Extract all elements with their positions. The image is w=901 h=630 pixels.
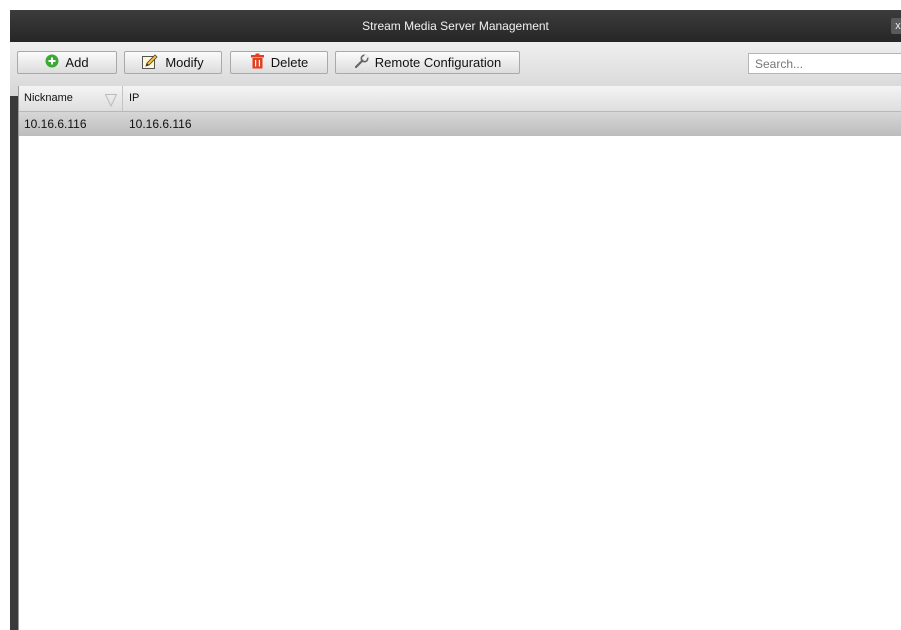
- stream-media-server-window: Stream Media Server Management x Add Mod…: [10, 10, 901, 630]
- title-bar: Stream Media Server Management x: [10, 10, 901, 42]
- remote-configuration-label: Remote Configuration: [374, 55, 502, 70]
- delete-button-label: Delete: [270, 55, 309, 70]
- remote-configuration-button[interactable]: Remote Configuration: [335, 51, 520, 74]
- column-header-nickname[interactable]: Nickname: [19, 86, 123, 111]
- cell-nickname: 10.16.6.116: [24, 117, 87, 131]
- close-button[interactable]: x: [891, 18, 901, 34]
- trash-icon: [250, 53, 265, 72]
- cell-ip: 10.16.6.116: [129, 117, 192, 131]
- modify-button-label: Modify: [165, 55, 204, 70]
- close-icon: x: [895, 20, 901, 32]
- column-header-ip[interactable]: IP: [123, 86, 139, 111]
- plus-circle-icon: [45, 54, 59, 71]
- table-header: Nickname IP: [19, 86, 901, 112]
- server-list-panel: Nickname IP 10.16.6.116 10.16.6.116: [18, 86, 901, 630]
- wrench-icon: [354, 53, 369, 72]
- add-button[interactable]: Add: [17, 51, 117, 74]
- column-header-nickname-label: Nickname: [24, 92, 73, 104]
- pencil-icon: [142, 53, 159, 72]
- table-row[interactable]: 10.16.6.116 10.16.6.116: [19, 112, 901, 136]
- window-title: Stream Media Server Management: [362, 19, 549, 33]
- add-button-label: Add: [65, 55, 89, 70]
- delete-button[interactable]: Delete: [230, 51, 328, 74]
- modify-button[interactable]: Modify: [124, 51, 222, 74]
- column-header-ip-label: IP: [129, 92, 140, 104]
- search-input[interactable]: [748, 53, 901, 74]
